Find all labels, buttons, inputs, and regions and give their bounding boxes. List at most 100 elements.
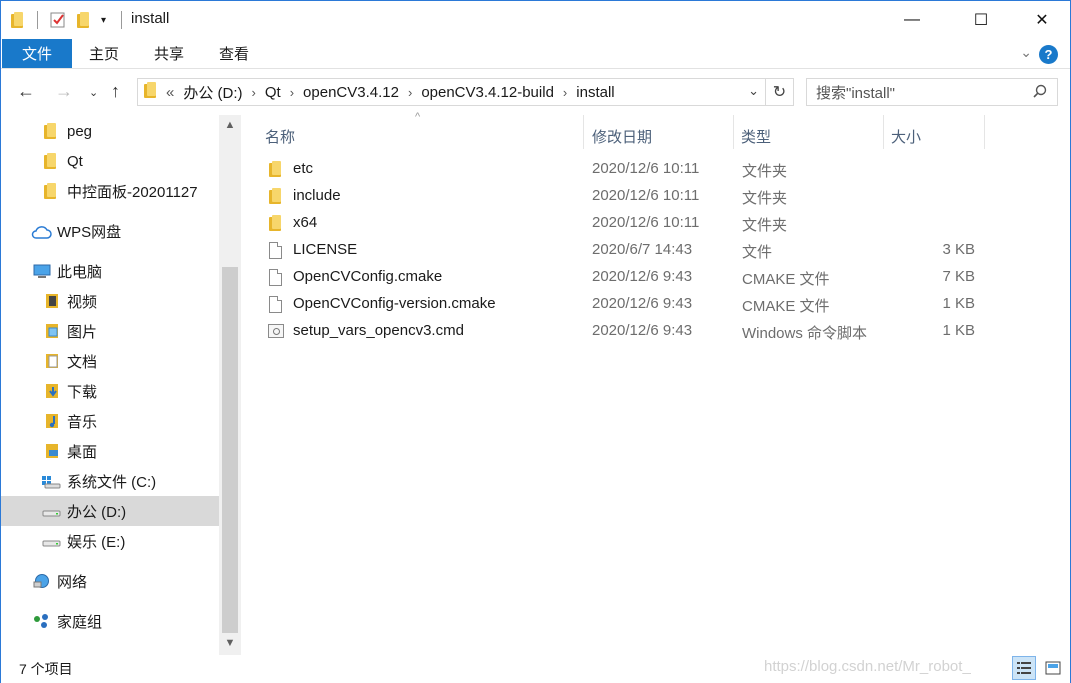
sidebar-item-homegroup[interactable]: 家庭组	[1, 606, 219, 636]
file-date: 2020/12/6 10:11	[592, 214, 700, 231]
file-list: ^ 名称 修改日期 类型 大小 etc 2020/12/6 10:11 文件夹 …	[241, 111, 1070, 655]
column-header-size[interactable]: 大小	[891, 121, 921, 151]
up-arrow-icon[interactable]: ↑	[111, 81, 120, 102]
file-row[interactable]: OpenCVConfig-version.cmake 2020/12/6 9:4…	[265, 291, 985, 318]
folder-icon	[269, 215, 283, 235]
sidebar-item-control-panel[interactable]: 中控面板-20201127	[1, 176, 219, 206]
document-folder-icon	[46, 354, 58, 368]
chevron-right-icon[interactable]: ›	[563, 85, 567, 100]
maximize-button[interactable]: ☐	[958, 1, 1004, 39]
breadcrumb-item[interactable]: openCV3.4.12	[303, 84, 399, 101]
file-type: 文件夹	[742, 217, 788, 234]
chevron-down-icon[interactable]: ⌄	[748, 83, 759, 99]
back-arrow-icon[interactable]: ←	[17, 81, 35, 102]
column-header-type[interactable]: 类型	[741, 121, 771, 151]
large-icons-view-icon[interactable]	[1041, 656, 1065, 680]
sidebar-item-wps-cloud[interactable]: WPS网盘	[1, 216, 219, 246]
breadcrumb-overflow[interactable]: «	[166, 84, 174, 101]
sidebar-item-network[interactable]: 网络	[1, 566, 219, 596]
folder-icon	[44, 183, 58, 199]
scroll-up-icon[interactable]: ▲	[219, 115, 241, 135]
file-date: 2020/12/6 9:43	[592, 268, 693, 285]
file-row[interactable]: OpenCVConfig.cmake 2020/12/6 9:43 CMAKE …	[265, 264, 985, 291]
scrollbar-thumb[interactable]	[222, 267, 238, 633]
file-date: 2020/12/6 9:43	[592, 322, 693, 339]
properties-icon[interactable]	[49, 10, 67, 30]
drive-icon	[42, 510, 61, 517]
tab-home[interactable]: 主页	[79, 39, 129, 68]
folder-icon[interactable]	[11, 10, 25, 30]
cloud-icon	[31, 226, 52, 239]
title-bar: ▾ install — ☐ ✕	[1, 1, 1070, 39]
search-placeholder: 搜索"install"	[816, 84, 895, 102]
cmd-file-icon	[268, 323, 284, 342]
chevron-right-icon[interactable]: ›	[252, 85, 256, 100]
address-bar[interactable]: « 办公 (D:) › Qt › openCV3.4.12 › openCV3.…	[137, 78, 794, 106]
breadcrumb-item[interactable]: install	[576, 84, 614, 101]
file-row[interactable]: include 2020/12/6 10:11 文件夹	[265, 183, 985, 210]
file-name: OpenCVConfig-version.cmake	[293, 295, 496, 312]
sidebar-item-qt[interactable]: Qt	[1, 146, 219, 176]
navigation-bar: ← → ⌄ ↑ « 办公 (D:) › Qt › openCV3.4.12 › …	[1, 69, 1070, 115]
sidebar-item-peg[interactable]: peg	[1, 116, 219, 146]
details-view-icon[interactable]	[1012, 656, 1036, 680]
file-name: OpenCVConfig.cmake	[293, 268, 443, 285]
file-size: 1 KB	[942, 295, 975, 312]
search-input[interactable]: 搜索"install"	[806, 78, 1058, 106]
sidebar-item-drive-d[interactable]: 办公 (D:)	[1, 496, 219, 526]
breadcrumb-item[interactable]: openCV3.4.12-build	[421, 84, 554, 101]
tab-view[interactable]: 查看	[209, 39, 259, 68]
sidebar-item-label: WPS网盘	[57, 223, 122, 241]
chevron-right-icon[interactable]: ›	[408, 85, 412, 100]
tab-share[interactable]: 共享	[144, 39, 194, 68]
separator	[121, 11, 122, 29]
column-header-date[interactable]: 修改日期	[592, 121, 652, 151]
column-divider[interactable]	[984, 115, 985, 149]
sidebar-scrollbar[interactable]: ▲ ▼	[219, 115, 241, 655]
sidebar-item-drive-c[interactable]: 系统文件 (C:)	[1, 466, 219, 496]
breadcrumb-item[interactable]: 办公 (D:)	[183, 82, 242, 103]
minimize-button[interactable]: —	[889, 1, 935, 39]
refresh-icon[interactable]: ↻	[765, 79, 793, 105]
tab-file[interactable]: 文件	[2, 39, 72, 68]
file-date: 2020/12/6 10:11	[592, 187, 700, 204]
expand-ribbon-icon[interactable]: ⌄	[1020, 44, 1032, 61]
new-folder-icon[interactable]	[77, 10, 91, 30]
folder-icon	[144, 82, 158, 102]
sidebar-item-videos[interactable]: 视频	[1, 286, 219, 316]
video-folder-icon	[46, 294, 58, 308]
search-icon[interactable]	[1033, 84, 1047, 98]
file-row[interactable]: LICENSE 2020/6/7 14:43 文件 3 KB	[265, 237, 985, 264]
sidebar-item-documents[interactable]: 文档	[1, 346, 219, 376]
file-row[interactable]: x64 2020/12/6 10:11 文件夹	[265, 210, 985, 237]
customize-quick-access-icon[interactable]: ▾	[101, 10, 106, 30]
sidebar-item-desktop[interactable]: 桌面	[1, 436, 219, 466]
column-header-name[interactable]: 名称	[265, 121, 295, 151]
ribbon-tabs: 文件 主页 共享 查看 ⌄ ?	[1, 39, 1070, 69]
column-divider[interactable]	[733, 115, 734, 149]
scroll-down-icon[interactable]: ▼	[219, 633, 241, 653]
forward-arrow-icon[interactable]: →	[55, 81, 73, 102]
recent-locations-icon[interactable]: ⌄	[89, 86, 98, 99]
sidebar-item-downloads[interactable]: 下载	[1, 376, 219, 406]
sidebar-item-pictures[interactable]: 图片	[1, 316, 219, 346]
chevron-right-icon[interactable]: ›	[290, 85, 294, 100]
help-button[interactable]: ?	[1039, 45, 1058, 64]
sidebar-item-music[interactable]: 音乐	[1, 406, 219, 436]
sidebar-item-this-pc[interactable]: 此电脑	[1, 256, 219, 286]
file-date: 2020/12/6 10:11	[592, 160, 700, 177]
breadcrumb-item[interactable]: Qt	[265, 84, 281, 101]
column-divider[interactable]	[883, 115, 884, 149]
folder-icon	[269, 188, 283, 208]
file-icon	[269, 296, 282, 317]
file-type: Windows 命令脚本	[742, 325, 868, 342]
file-row[interactable]: setup_vars_opencv3.cmd 2020/12/6 9:43 Wi…	[265, 318, 985, 345]
system-drive-icon	[42, 476, 61, 489]
close-button[interactable]: ✕	[1019, 1, 1065, 39]
file-row[interactable]: etc 2020/12/6 10:11 文件夹	[265, 156, 985, 183]
column-divider[interactable]	[583, 115, 584, 149]
file-size: 3 KB	[942, 241, 975, 258]
computer-icon	[33, 264, 51, 278]
sidebar-item-label: 音乐	[67, 413, 98, 431]
sidebar-item-drive-e[interactable]: 娱乐 (E:)	[1, 526, 219, 556]
